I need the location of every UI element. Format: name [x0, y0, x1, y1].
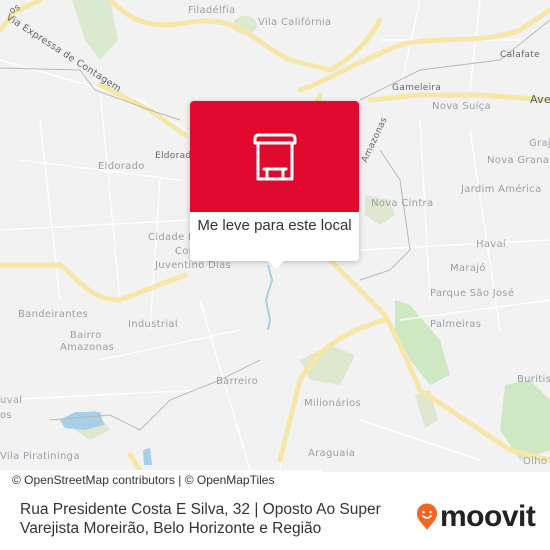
park-area: [72, 0, 118, 60]
road-avenida: [367, 92, 550, 103]
map-label-nova-cintra: Nova Cintra: [371, 198, 434, 209]
map-label-vila-piratininga: Vila Piratininga: [0, 451, 80, 462]
moovit-logo[interactable]: moovit: [416, 500, 536, 534]
map-label-barreiro: Barreiro: [216, 376, 259, 387]
moovit-pin-icon: [417, 503, 437, 530]
map-label-olhos: Olho: [523, 456, 548, 467]
map-label-milionarios: Milionários: [304, 398, 362, 409]
location-popup[interactable]: Me leve para este local: [190, 101, 359, 269]
map-label-gameleira: Gameleira: [392, 83, 442, 93]
map-label-araguaia: Araguaia: [308, 448, 356, 459]
road: [127, 452, 143, 472]
map-canvas[interactable]: os Via Expressa de Contagem Filadélfia V…: [0, 0, 550, 472]
map-label-parque-sao-jose: Parque São José: [430, 288, 515, 299]
popup-header: [190, 101, 359, 212]
popup-pointer: [268, 261, 284, 269]
map-label-nova-suica: Nova Suíça: [432, 101, 491, 112]
map-label-eldorado: Eldorado: [98, 161, 145, 172]
map-label-havai: Havaí: [476, 239, 506, 250]
map-label-nova-granada: Nova Grana: [487, 155, 550, 166]
map-label-vila-california: Vila Califórnia: [258, 17, 332, 28]
map-label-juventino-dias: Juventino Dias: [155, 260, 232, 271]
bus-stop-icon: [253, 133, 296, 180]
map-label-industrial: Industrial: [128, 319, 178, 330]
stream: [264, 264, 274, 331]
road: [277, 317, 388, 463]
map-label-avenida: Ave: [530, 93, 550, 106]
park-area: [395, 300, 450, 385]
map-label-marajo: Marajó: [450, 263, 486, 274]
map-label-bandeirantes: Bandeirantes: [18, 309, 89, 320]
map-label-palmeiras: Palmeiras: [430, 319, 482, 330]
map-label-cidade-industrial: Cidade I: [148, 232, 192, 243]
map-attribution[interactable]: © OpenStreetMap contributors | © OpenMap…: [0, 470, 322, 490]
lake: [143, 448, 152, 465]
map-label-bairro-amazonas: Bairro: [70, 330, 102, 341]
map-label-jardim-america: Jardim América: [461, 184, 542, 195]
map-label-filadelfia: Filadélfia: [188, 5, 236, 16]
map-label-juval: uval: [0, 395, 23, 406]
navigate-here-button[interactable]: Me leve para este local: [190, 212, 359, 236]
footer: Rua Presidente Costa E Silva, 32 | Opost…: [0, 490, 550, 550]
map-label-grajau: Graj: [529, 138, 550, 149]
map-label-bairro-amazonas-2: Amazonas: [60, 342, 115, 353]
map-label-juval-2: os: [0, 410, 12, 421]
road-via-expressa: [97, 82, 188, 138]
map-label-calafate: Calafate: [500, 50, 540, 60]
stop-address: Rua Presidente Costa E Silva, 32 | Opost…: [20, 501, 381, 537]
map-label-buritis: Buritis: [517, 374, 550, 385]
moovit-wordmark: moovit: [440, 500, 536, 533]
